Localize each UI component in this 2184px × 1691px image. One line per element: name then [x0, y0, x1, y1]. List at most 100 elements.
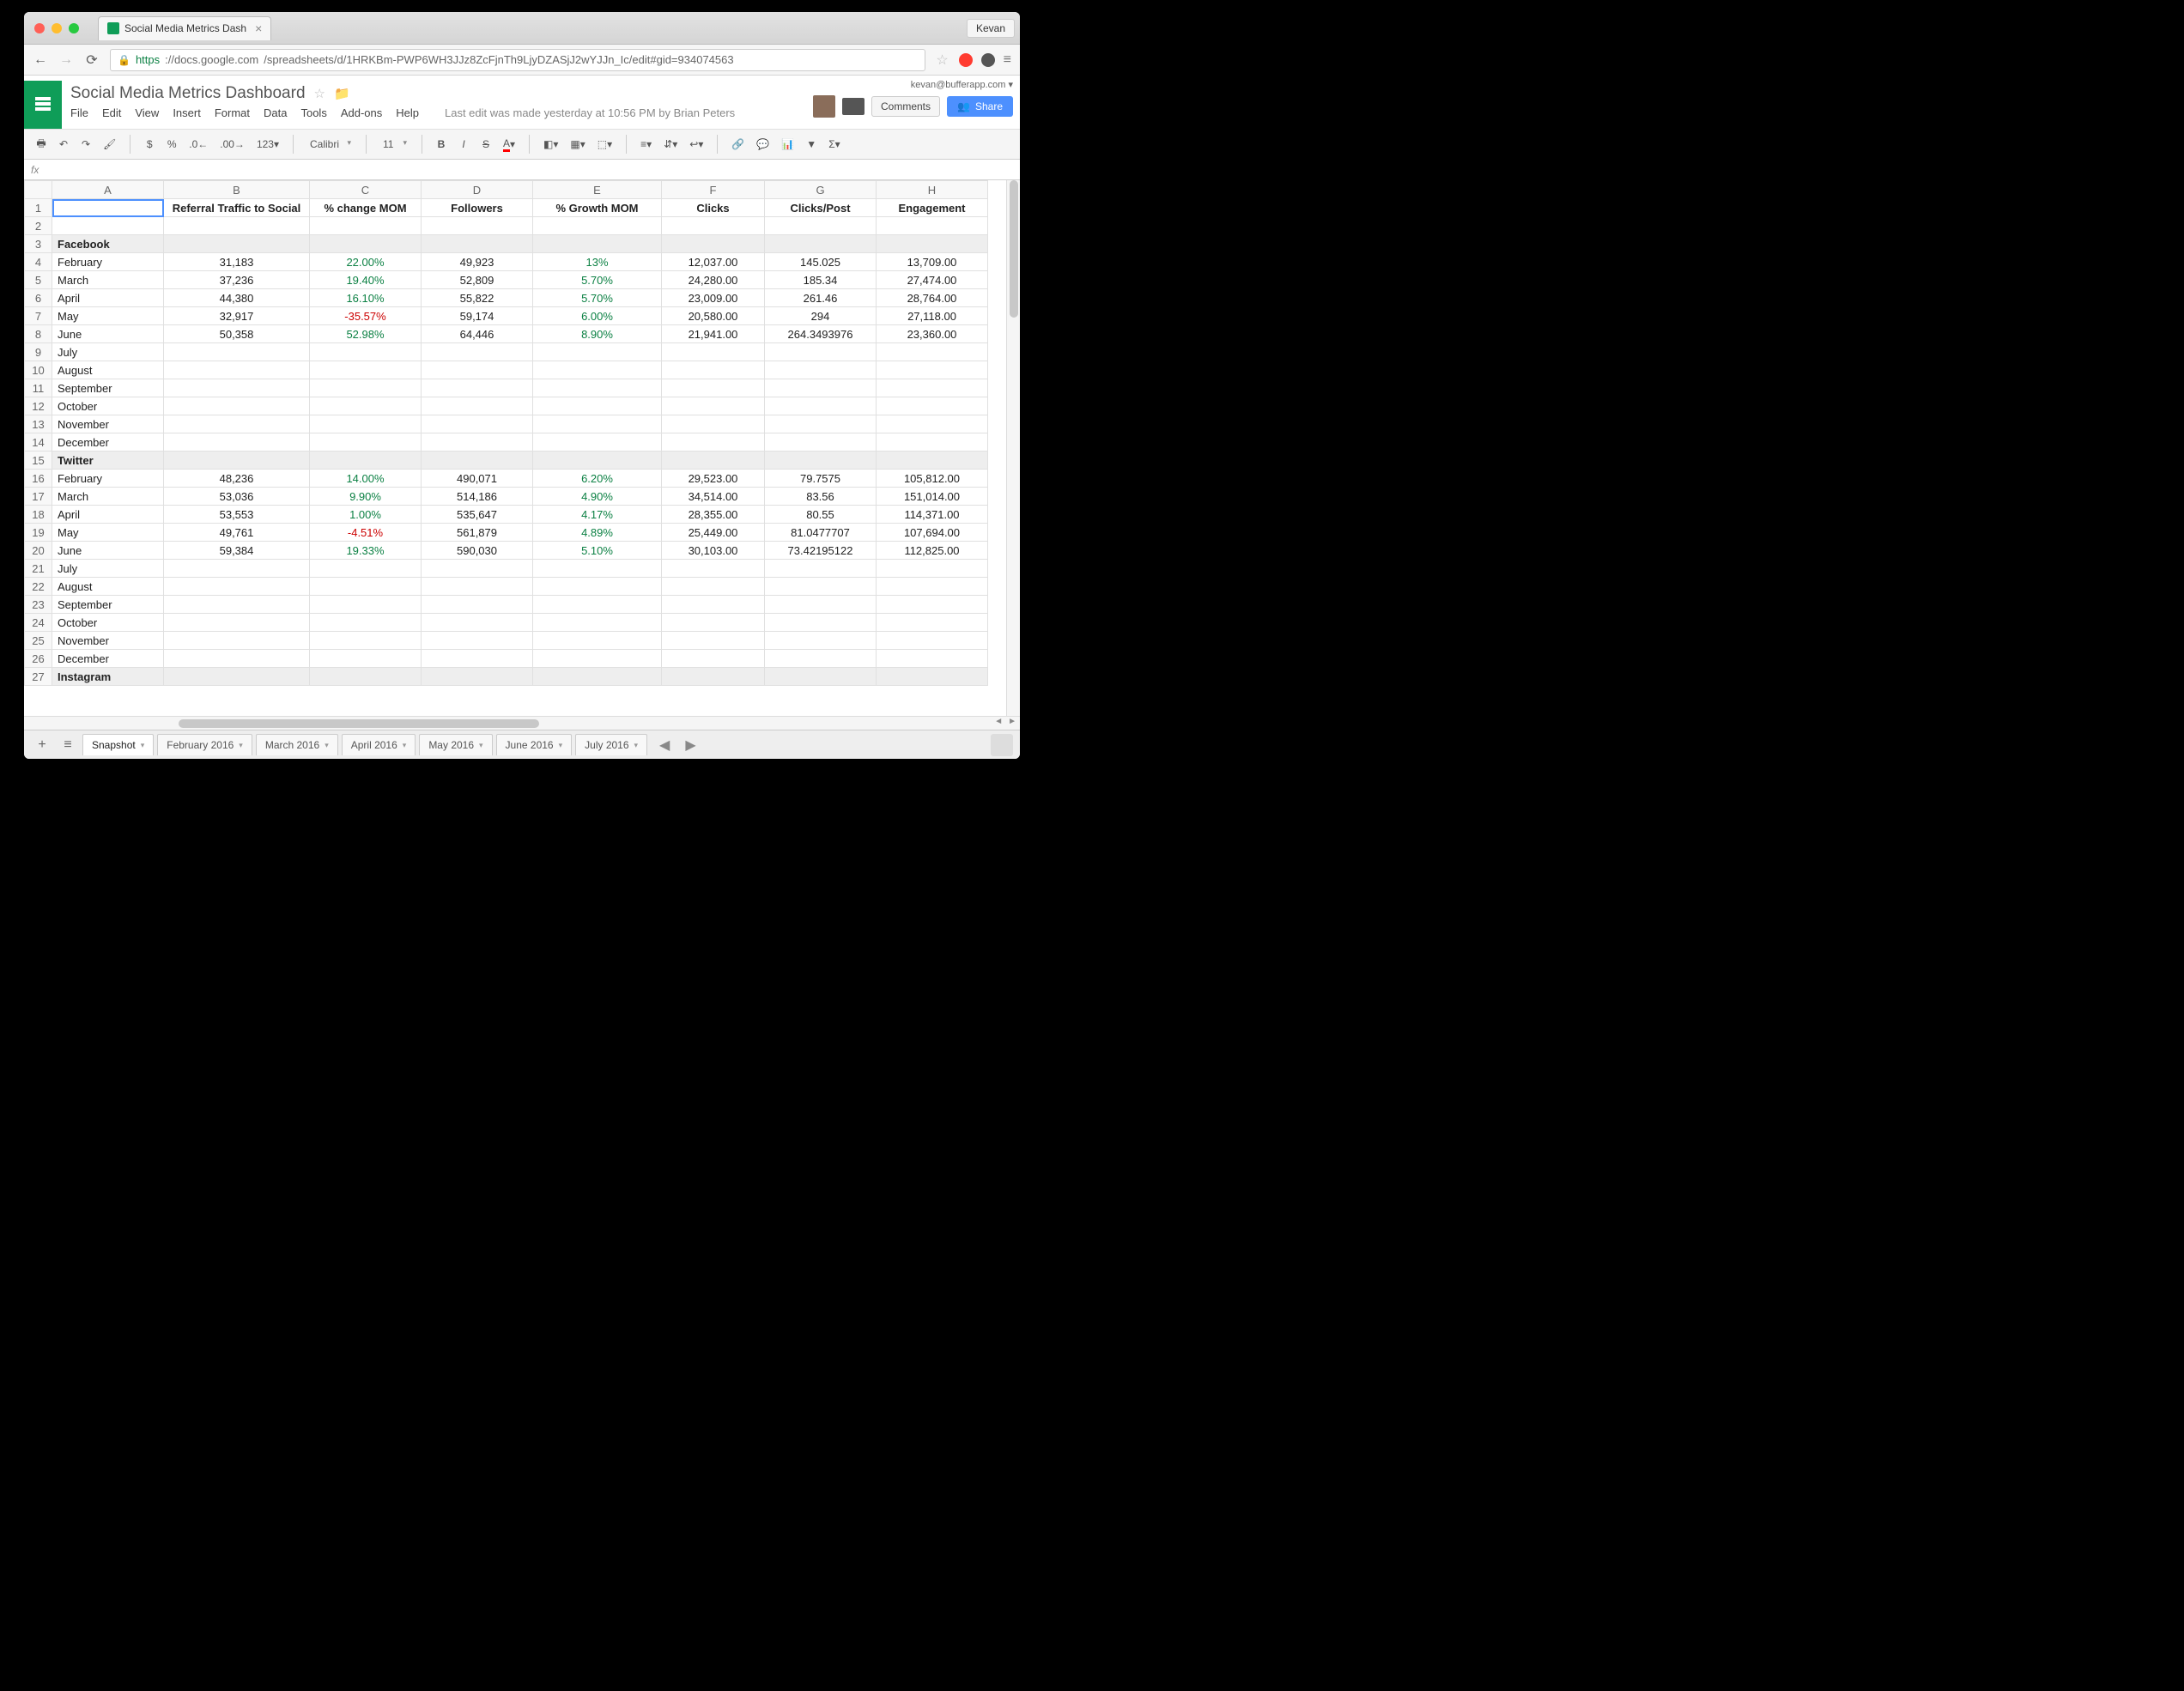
cell[interactable]	[533, 217, 662, 235]
cell[interactable]	[765, 452, 877, 470]
sheet-tab-menu-icon[interactable]: ▾	[479, 741, 483, 750]
cell[interactable]: 37,236	[164, 271, 310, 289]
print-icon[interactable]: 🖶	[33, 134, 50, 155]
url-input[interactable]: 🔒 https://docs.google.com/spreadsheets/d…	[110, 49, 925, 71]
cell[interactable]: 4.17%	[533, 506, 662, 524]
insert-link-icon[interactable]: 🔗	[728, 134, 748, 155]
cell[interactable]: 107,694.00	[877, 524, 988, 542]
functions-button[interactable]: Σ▾	[825, 134, 843, 155]
cell[interactable]: August	[52, 361, 164, 379]
menu-data[interactable]: Data	[264, 106, 287, 119]
cell[interactable]: May	[52, 524, 164, 542]
cell[interactable]	[877, 560, 988, 578]
cell[interactable]	[877, 361, 988, 379]
cell[interactable]	[533, 596, 662, 614]
row-header[interactable]: 16	[25, 470, 52, 488]
share-button[interactable]: 👥 Share	[947, 96, 1013, 117]
cell[interactable]	[765, 379, 877, 397]
cell[interactable]	[877, 452, 988, 470]
borders-button[interactable]: ▦▾	[567, 134, 588, 155]
row-header[interactable]: 10	[25, 361, 52, 379]
cell[interactable]	[533, 614, 662, 632]
cell[interactable]: % change MOM	[310, 199, 422, 217]
cell[interactable]	[52, 217, 164, 235]
undo-icon[interactable]: ↶	[55, 134, 72, 155]
cell[interactable]	[662, 596, 765, 614]
pocket-icon[interactable]	[981, 53, 995, 67]
cell[interactable]: 59,384	[164, 542, 310, 560]
cell[interactable]: 112,825.00	[877, 542, 988, 560]
cell[interactable]	[533, 560, 662, 578]
cell[interactable]	[877, 217, 988, 235]
cell[interactable]	[877, 379, 988, 397]
cell[interactable]: 34,514.00	[662, 488, 765, 506]
menu-file[interactable]: File	[70, 106, 88, 119]
cell[interactable]	[164, 614, 310, 632]
cell[interactable]	[533, 433, 662, 452]
insert-comment-icon[interactable]: 💬	[753, 134, 773, 155]
cell[interactable]	[765, 596, 877, 614]
cell[interactable]	[765, 343, 877, 361]
cell[interactable]: February	[52, 253, 164, 271]
cell[interactable]	[533, 578, 662, 596]
sheet-tab-menu-icon[interactable]: ▾	[239, 741, 243, 750]
cell[interactable]: 73.42195122	[765, 542, 877, 560]
cell[interactable]	[662, 452, 765, 470]
cell[interactable]	[422, 560, 533, 578]
cell[interactable]	[765, 650, 877, 668]
cell[interactable]: 151,014.00	[877, 488, 988, 506]
sheets-logo-icon[interactable]	[24, 81, 62, 129]
cell[interactable]	[877, 632, 988, 650]
cell[interactable]: 5.10%	[533, 542, 662, 560]
text-wrap-button[interactable]: ↩▾	[686, 134, 707, 155]
minimize-window-button[interactable]	[52, 23, 62, 33]
fill-color-button[interactable]: ◧▾	[540, 134, 561, 155]
cell[interactable]: 83.56	[765, 488, 877, 506]
cell[interactable]	[662, 235, 765, 253]
cell[interactable]: 114,371.00	[877, 506, 988, 524]
cell[interactable]: 59,174	[422, 307, 533, 325]
cell[interactable]: September	[52, 596, 164, 614]
menu-format[interactable]: Format	[215, 106, 250, 119]
horizontal-scrollbar[interactable]: ◄►	[24, 716, 1020, 730]
cell[interactable]: 105,812.00	[877, 470, 988, 488]
cell[interactable]: 264.3493976	[765, 325, 877, 343]
cell[interactable]	[310, 632, 422, 650]
sheet-tab[interactable]: June 2016▾	[496, 734, 573, 755]
cell[interactable]: 19.33%	[310, 542, 422, 560]
cell[interactable]: November	[52, 415, 164, 433]
cell[interactable]: 49,923	[422, 253, 533, 271]
sheet-tab-menu-icon[interactable]: ▾	[141, 741, 145, 750]
cell[interactable]	[164, 361, 310, 379]
format-currency-button[interactable]: $	[141, 134, 158, 155]
menu-add-ons[interactable]: Add-ons	[341, 106, 382, 119]
cell[interactable]	[662, 614, 765, 632]
sheet-tab[interactable]: February 2016▾	[157, 734, 252, 755]
row-header[interactable]: 15	[25, 452, 52, 470]
row-header[interactable]: 23	[25, 596, 52, 614]
cell[interactable]: March	[52, 271, 164, 289]
cell[interactable]: 32,917	[164, 307, 310, 325]
cell[interactable]: April	[52, 289, 164, 307]
cell[interactable]: 22.00%	[310, 253, 422, 271]
cell[interactable]	[533, 379, 662, 397]
sheet-tab[interactable]: April 2016▾	[342, 734, 416, 755]
insert-chart-icon[interactable]: 📊	[778, 134, 798, 155]
cell[interactable]: 48,236	[164, 470, 310, 488]
menu-help[interactable]: Help	[396, 106, 419, 119]
cell[interactable]	[422, 614, 533, 632]
row-header[interactable]: 24	[25, 614, 52, 632]
cell[interactable]: July	[52, 343, 164, 361]
cell[interactable]	[533, 397, 662, 415]
cell[interactable]	[422, 452, 533, 470]
cell[interactable]: November	[52, 632, 164, 650]
cell[interactable]: 20,580.00	[662, 307, 765, 325]
cell[interactable]	[52, 199, 164, 217]
extension-icon[interactable]	[959, 53, 973, 67]
cell[interactable]: July	[52, 560, 164, 578]
cell[interactable]: 561,879	[422, 524, 533, 542]
cell[interactable]	[662, 379, 765, 397]
cell[interactable]: -4.51%	[310, 524, 422, 542]
cell[interactable]: 5.70%	[533, 289, 662, 307]
horizontal-align-button[interactable]: ≡▾	[637, 134, 655, 155]
